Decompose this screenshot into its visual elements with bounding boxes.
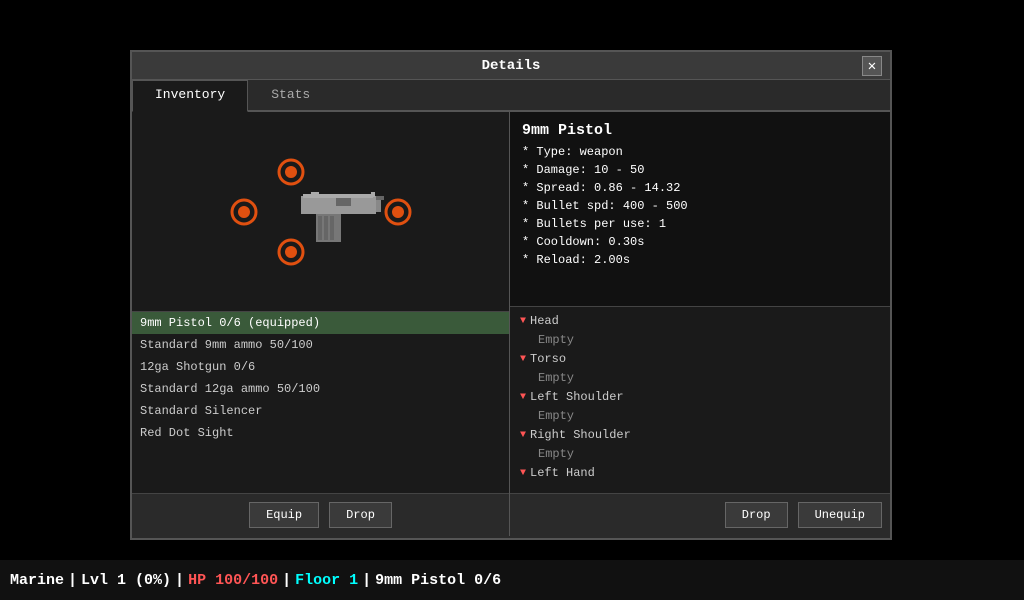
item-preview [132,112,509,312]
slot-head-header: ▼ Head [510,311,890,331]
slot-right-shoulder-header: ▼ Right Shoulder [510,425,890,445]
stat-line-2: * Spread: 0.86 - 14.32 [522,179,878,197]
status-floor: Floor 1 [295,572,358,589]
left-panel: 9mm Pistol 0/6 (equipped) Standard 9mm a… [132,112,510,536]
arrow-icon: ▼ [520,392,526,403]
stat-line-5: * Cooldown: 0.30s [522,233,878,251]
tab-stats[interactable]: Stats [248,80,333,110]
gun-sprite [261,182,391,247]
arrow-icon: ▼ [520,430,526,441]
unequip-button[interactable]: Unequip [798,502,882,528]
tab-inventory[interactable]: Inventory [132,80,248,112]
details-window: Details ✕ Inventory Stats [130,50,892,540]
slot-right-shoulder-value: Empty [510,445,890,463]
slot-left-shoulder-header: ▼ Left Shoulder [510,387,890,407]
left-buttons: Equip Drop [132,493,509,536]
arrow-icon: ▼ [520,354,526,365]
item-name: 9mm Pistol [522,122,878,139]
status-bar: Marine | Lvl 1 (0%) | HP 100/100 | Floor… [0,560,1024,600]
stat-line-0: * Type: weapon [522,143,878,161]
sep4: | [362,572,371,589]
sep1: | [68,572,77,589]
list-item[interactable]: 9mm Pistol 0/6 (equipped) [132,312,509,334]
drop-right-button[interactable]: Drop [725,502,788,528]
equip-button[interactable]: Equip [249,502,319,528]
right-panel: 9mm Pistol * Type: weapon * Damage: 10 -… [510,112,890,536]
status-name: Marine [10,572,64,589]
tab-bar: Inventory Stats [132,80,890,112]
arrow-icon: ▼ [520,316,526,327]
right-buttons: Drop Unequip [510,493,890,536]
list-item[interactable]: Red Dot Sight [132,422,509,444]
equipment-panel[interactable]: ▼ Head Empty ▼ Torso Empty ▼ Left Should… [510,307,890,493]
slot-head-value: Empty [510,331,890,349]
slot-left-hand-header: ▼ Left Hand [510,463,890,483]
stat-line-3: * Bullet spd: 400 - 500 [522,197,878,215]
sep2: | [175,572,184,589]
window-title: Details [482,58,541,74]
slot-left-shoulder-value: Empty [510,407,890,425]
sep3: | [282,572,291,589]
list-item[interactable]: 12ga Shotgun 0/6 [132,356,509,378]
content-area: 9mm Pistol 0/6 (equipped) Standard 9mm a… [132,112,890,536]
gun-container [221,152,421,272]
title-bar: Details ✕ [132,52,890,80]
status-weapon: 9mm Pistol 0/6 [375,572,501,589]
list-item[interactable]: Standard 12ga ammo 50/100 [132,378,509,400]
stat-line-1: * Damage: 10 - 50 [522,161,878,179]
list-item[interactable]: Standard Silencer [132,400,509,422]
close-button[interactable]: ✕ [862,56,882,76]
arrow-icon: ▼ [520,468,526,479]
stats-panel: 9mm Pistol * Type: weapon * Damage: 10 -… [510,112,890,307]
stat-line-6: * Reload: 2.00s [522,251,878,269]
status-level: Lvl 1 (0%) [81,572,171,589]
slot-torso-value: Empty [510,369,890,387]
drop-left-button[interactable]: Drop [329,502,392,528]
stat-line-4: * Bullets per use: 1 [522,215,878,233]
list-item[interactable]: Standard 9mm ammo 50/100 [132,334,509,356]
target-ml [229,197,259,227]
status-hp: HP 100/100 [188,572,278,589]
inventory-list[interactable]: 9mm Pistol 0/6 (equipped) Standard 9mm a… [132,312,509,493]
slot-torso-header: ▼ Torso [510,349,890,369]
